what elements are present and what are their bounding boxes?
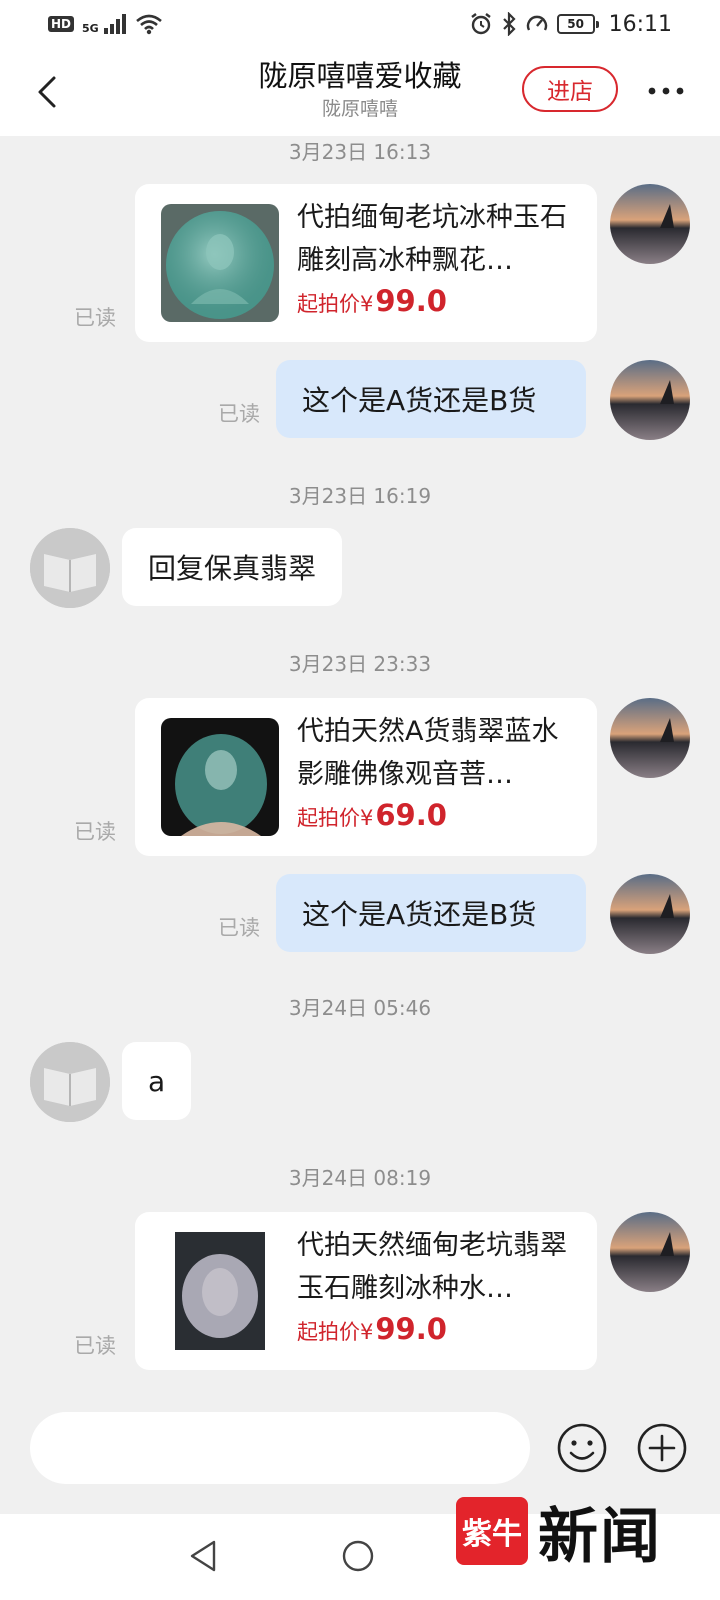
plus-icon[interactable]: [636, 1422, 688, 1474]
status-time: 16:11: [608, 11, 672, 37]
avatar[interactable]: [610, 360, 690, 440]
page-title: 陇原嘻嘻爱收藏: [258, 59, 462, 93]
price-value: 69.0: [375, 798, 447, 832]
message-bubble-other[interactable]: 回复保真翡翠: [122, 528, 343, 606]
price-label: 起拍价: [297, 1320, 360, 1344]
avatar[interactable]: [30, 528, 110, 608]
page-subtitle: 陇原嘻嘻: [321, 98, 398, 120]
network-type: 5G: [82, 22, 99, 35]
more-icon[interactable]: [646, 84, 686, 98]
price-label: 起拍价: [297, 806, 360, 830]
message-bubble-self[interactable]: 这个是A货还是B货: [276, 360, 586, 438]
product-card[interactable]: 代拍缅甸老坑冰种玉石雕刻高冰种飘花… 起拍价 ¥ 99.0: [135, 184, 597, 342]
product-card[interactable]: 代拍天然A货翡翠蓝水影雕佛像观音菩… 起拍价 ¥ 69.0: [135, 698, 597, 856]
avatar[interactable]: [610, 874, 690, 954]
read-status: 已读: [218, 402, 260, 426]
product-title: 代拍天然缅甸老坑翡翠玉石雕刻冰种水…: [297, 1230, 567, 1304]
message-timestamp: 3月23日 16:19: [288, 484, 432, 508]
message-timestamp: 3月23日 16:13: [288, 140, 432, 164]
message-bubble-other[interactable]: a: [122, 1042, 192, 1120]
enter-store-button[interactable]: 进店: [522, 66, 618, 112]
back-icon[interactable]: [28, 72, 68, 112]
watermark: 紫牛 新闻: [456, 1496, 662, 1572]
speed-icon: [526, 15, 547, 31]
product-title: 代拍缅甸老坑冰种玉石雕刻高冰种飘花…: [297, 202, 567, 276]
product-title: 代拍天然A货翡翠蓝水影雕佛像观音菩…: [297, 716, 559, 790]
price-currency: ¥: [360, 292, 374, 316]
watermark-logo: 紫牛: [456, 1497, 528, 1565]
avatar[interactable]: [610, 1212, 690, 1292]
avatar[interactable]: [610, 698, 690, 778]
price-label: 起拍价: [297, 292, 360, 316]
product-price: 起拍价 ¥ 99.0: [297, 284, 447, 318]
watermark-text: 新闻: [538, 1501, 662, 1572]
product-price: 起拍价 ¥ 69.0: [297, 798, 447, 832]
product-card[interactable]: 代拍天然缅甸老坑翡翠玉石雕刻冰种水… 起拍价 ¥ 99.0: [135, 1212, 597, 1370]
message-timestamp: 3月23日 23:33: [288, 652, 432, 676]
price-value: 99.0: [375, 1312, 447, 1346]
message-list[interactable]: 3月23日 16:13 已读 代拍缅甸老坑冰种玉石雕刻高冰种飘花… 起拍价 ¥ …: [0, 136, 720, 1382]
product-image: [161, 1232, 279, 1350]
read-status: 已读: [74, 1334, 116, 1358]
product-image: [161, 718, 279, 836]
message-bubble-self[interactable]: 这个是A货还是B货: [276, 874, 586, 952]
product-price: 起拍价 ¥ 99.0: [297, 1312, 447, 1346]
wifi-icon: [135, 14, 162, 35]
read-status: 已读: [74, 306, 116, 330]
battery-icon: 50: [556, 14, 599, 34]
nav-back-icon[interactable]: [186, 1538, 222, 1574]
emoji-icon[interactable]: [556, 1422, 608, 1474]
price-currency: ¥: [360, 806, 374, 830]
price-value: 99.0: [375, 284, 447, 318]
product-image: [161, 204, 279, 322]
avatar[interactable]: [30, 1042, 110, 1122]
alarm-icon: [470, 13, 491, 35]
message-input[interactable]: [30, 1412, 530, 1484]
header-titles: 陇原嘻嘻爱收藏 陇原嘻嘻: [160, 56, 560, 122]
nav-home-icon[interactable]: [340, 1538, 376, 1574]
status-bar: HD 5G 50 16:11: [0, 0, 720, 48]
signal-icon: [103, 14, 126, 34]
avatar[interactable]: [610, 184, 690, 264]
message-timestamp: 3月24日 05:46: [288, 996, 432, 1020]
chat-header: 陇原嘻嘻爱收藏 陇原嘻嘻 进店: [0, 48, 720, 136]
read-status: 已读: [74, 820, 116, 844]
bluetooth-icon: [502, 12, 516, 36]
message-timestamp: 3月24日 08:19: [288, 1166, 432, 1190]
hd-icon: HD: [48, 16, 75, 32]
read-status: 已读: [218, 916, 260, 940]
price-currency: ¥: [360, 1320, 374, 1344]
